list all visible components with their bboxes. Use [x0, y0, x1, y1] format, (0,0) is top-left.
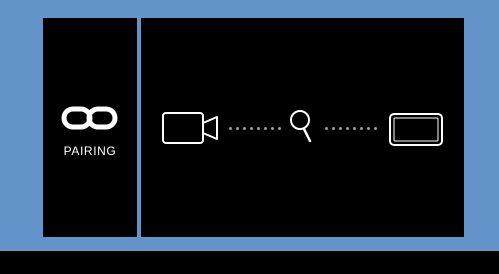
pairing-label: PAIRING — [63, 144, 117, 158]
link-icon — [61, 106, 118, 130]
bottom-bar — [0, 251, 499, 274]
pairing-screen: PAIRING — [43, 18, 464, 237]
pairing-flow-panel — [141, 18, 464, 237]
sidebar: PAIRING — [43, 18, 137, 237]
camera-icon — [162, 112, 218, 144]
connector-dots-right — [325, 127, 377, 130]
display-icon — [389, 113, 443, 146]
connector-dots-left — [229, 127, 281, 130]
magnifier-icon — [290, 110, 312, 143]
